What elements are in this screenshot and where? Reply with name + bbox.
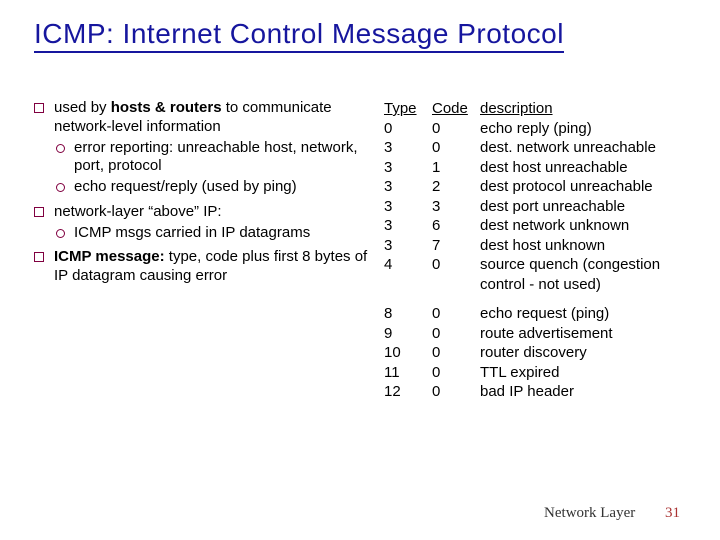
- sub-item: error reporting: unreachable host, netwo…: [54, 139, 370, 177]
- cell-code: 0: [432, 119, 478, 139]
- cell-type: 3: [384, 216, 430, 236]
- content-columns: used by hosts & routers to communicate n…: [34, 99, 686, 402]
- cell-code: 0: [432, 255, 478, 294]
- cell-desc: dest protocol unreachable: [480, 177, 686, 197]
- table-gap: [432, 294, 478, 304]
- cell-type: 3: [384, 197, 430, 217]
- cell-code: 0: [432, 382, 478, 402]
- bullet-item: network-layer “above” IP: ICMP msgs carr…: [34, 203, 370, 243]
- cell-code: 6: [432, 216, 478, 236]
- bullet-item: used by hosts & routers to communicate n…: [34, 99, 370, 197]
- cell-desc: dest. network unreachable: [480, 138, 686, 158]
- icmp-table: Type Code description 0 0 echo reply (pi…: [384, 99, 686, 402]
- table-gap: [480, 294, 686, 304]
- cell-code: 0: [432, 324, 478, 344]
- cell-desc: bad IP header: [480, 382, 686, 402]
- cell-type: 11: [384, 363, 430, 383]
- slide-title: ICMP: Internet Control Message Protocol: [34, 18, 564, 53]
- sub-list: ICMP msgs carried in IP datagrams: [54, 224, 370, 243]
- cell-type: 4: [384, 255, 430, 294]
- bullet-bold: hosts & routers: [111, 99, 222, 116]
- cell-code: 0: [432, 138, 478, 158]
- cell-code: 7: [432, 236, 478, 256]
- col-header-code: Code: [432, 99, 478, 119]
- cell-code: 1: [432, 158, 478, 178]
- footer-label: Network Layer: [544, 505, 635, 521]
- cell-type: 3: [384, 177, 430, 197]
- cell-desc: dest host unreachable: [480, 158, 686, 178]
- bullet-list: used by hosts & routers to communicate n…: [34, 99, 370, 286]
- cell-desc: router discovery: [480, 343, 686, 363]
- cell-code: 0: [432, 343, 478, 363]
- right-column: Type Code description 0 0 echo reply (pi…: [384, 99, 686, 402]
- cell-type: 8: [384, 304, 430, 324]
- sub-item: echo request/reply (used by ping): [54, 178, 370, 197]
- bullet-bold: ICMP message:: [54, 248, 165, 265]
- sub-list: error reporting: unreachable host, netwo…: [54, 139, 370, 197]
- left-column: used by hosts & routers to communicate n…: [34, 99, 370, 292]
- slide: ICMP: Internet Control Message Protocol …: [0, 0, 720, 540]
- cell-desc: source quench (congestion control - not …: [480, 255, 686, 294]
- footer: Network Layer 31: [544, 505, 680, 522]
- cell-type: 9: [384, 324, 430, 344]
- page-number: 31: [665, 505, 680, 521]
- bullet-text-a: used by: [54, 99, 111, 116]
- cell-type: 10: [384, 343, 430, 363]
- cell-code: 2: [432, 177, 478, 197]
- cell-desc: TTL expired: [480, 363, 686, 383]
- cell-desc: dest port unreachable: [480, 197, 686, 217]
- col-header-type: Type: [384, 99, 430, 119]
- cell-desc: echo reply (ping): [480, 119, 686, 139]
- cell-desc: echo request (ping): [480, 304, 686, 324]
- table-gap: [384, 294, 430, 304]
- sub-item: ICMP msgs carried in IP datagrams: [54, 224, 370, 243]
- cell-code: 0: [432, 363, 478, 383]
- cell-type: 3: [384, 236, 430, 256]
- cell-type: 12: [384, 382, 430, 402]
- bullet-text-a: network-layer “above” IP:: [54, 203, 222, 220]
- cell-desc: dest network unknown: [480, 216, 686, 236]
- bullet-item: ICMP message: type, code plus first 8 by…: [34, 248, 370, 286]
- cell-type: 3: [384, 138, 430, 158]
- cell-desc: dest host unknown: [480, 236, 686, 256]
- cell-type: 0: [384, 119, 430, 139]
- cell-code: 3: [432, 197, 478, 217]
- cell-code: 0: [432, 304, 478, 324]
- cell-desc: route advertisement: [480, 324, 686, 344]
- col-header-desc: description: [480, 99, 686, 119]
- cell-type: 3: [384, 158, 430, 178]
